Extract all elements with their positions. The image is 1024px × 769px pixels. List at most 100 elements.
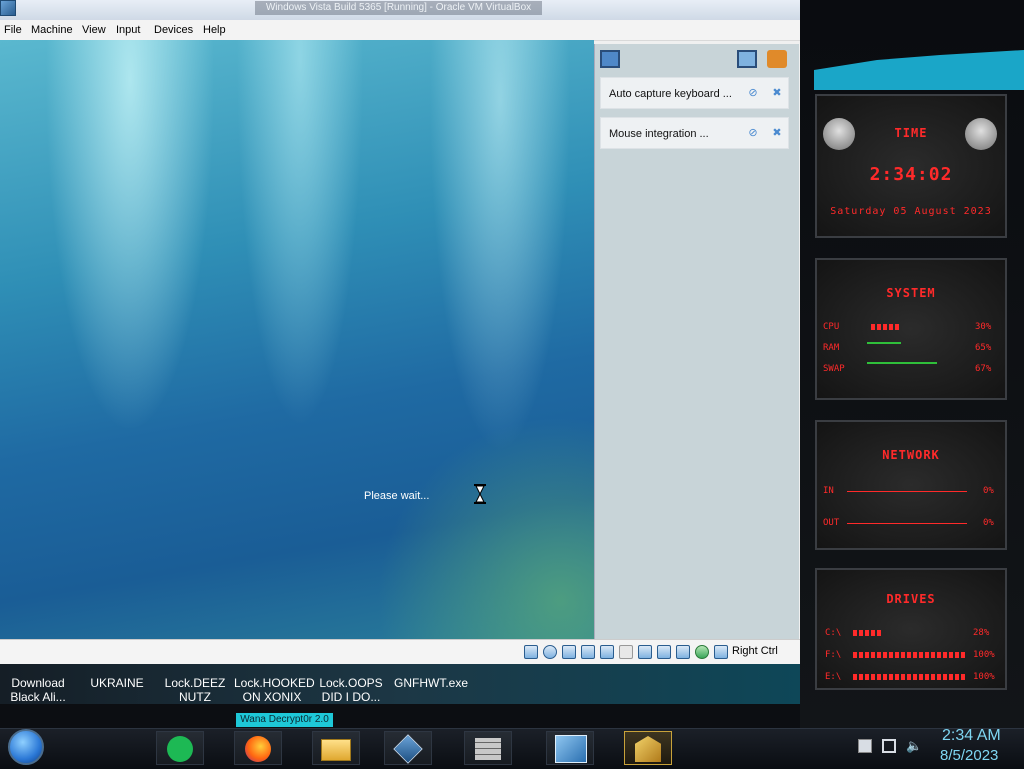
menu-machine[interactable]: Machine	[31, 24, 73, 36]
action-center-icon[interactable]	[858, 739, 872, 753]
desktop-icon-label: ON XONIX	[242, 690, 302, 704]
swap-label: SWAP	[823, 364, 845, 374]
desktop-icon-label: Lock.HOOKED	[234, 676, 315, 690]
desktop-icon-lock-deez[interactable]: Lock.DEEZ NUTZ	[164, 676, 226, 704]
optical-drive-icon[interactable]	[543, 645, 557, 659]
virtualbox-icon	[393, 734, 423, 764]
notification-panel: Auto capture keyboard ... ⊘ ✖ Mouse inte…	[594, 44, 799, 639]
hard-disk-icon[interactable]	[524, 645, 538, 659]
drive-f-meter	[853, 652, 965, 658]
network-out-graph	[847, 523, 967, 524]
panel-layout-icon[interactable]	[737, 50, 757, 68]
drive-e-value: 100%	[973, 672, 995, 682]
taskbar-app-file-explorer[interactable]	[312, 731, 360, 765]
title-bar[interactable]: Windows Vista Build 5365 [Running] - Ora…	[0, 0, 800, 20]
desktop-icon-ukraine[interactable]: UKRAINE	[86, 676, 148, 690]
notification-mouse-integration[interactable]: Mouse integration ... ⊘ ✖	[600, 117, 789, 149]
usb-icon[interactable]	[600, 645, 614, 659]
drive-f-value: 100%	[973, 650, 995, 660]
notification-text: Mouse integration ...	[609, 128, 709, 140]
network-widget: NETWORK IN 0% OUT 0%	[815, 420, 1007, 550]
drive-c-meter	[853, 630, 881, 636]
close-notification-icon[interactable]: ✖	[771, 127, 783, 139]
network-icon[interactable]	[581, 645, 595, 659]
network-out-label: OUT	[823, 518, 840, 528]
network-tray-icon[interactable]	[882, 739, 896, 753]
menu-input[interactable]: Input	[116, 24, 140, 36]
start-button[interactable]	[8, 729, 44, 765]
virtualization-icon[interactable]	[695, 645, 709, 659]
recording-icon[interactable]	[657, 645, 671, 659]
taskbar-app-firewall[interactable]	[464, 731, 512, 765]
mute-notification-icon[interactable]: ⊘	[747, 87, 759, 99]
desktop-icon-lock-oops[interactable]: Lock.OOPS DID I DO...	[318, 676, 384, 704]
drive-e-meter	[853, 674, 965, 680]
time-title: TIME	[894, 126, 928, 140]
folder-icon	[321, 739, 351, 761]
desktop-icon-label: GNFHWT.exe	[394, 676, 469, 690]
network-in-label: IN	[823, 486, 834, 496]
time-widget: TIME 2:34:02 Saturday 05 August 2023	[815, 94, 1007, 238]
drives-widget: DRIVES C:\ 28% F:\ 100% E:\ 100%	[815, 568, 1007, 690]
virtualbox-app-icon[interactable]	[0, 0, 16, 16]
cpu-label: CPU	[823, 322, 840, 332]
firewall-icon	[475, 738, 501, 760]
network-in-value: 0%	[983, 486, 994, 496]
taskbar-clock-time[interactable]: 2:34 AM	[942, 727, 1001, 745]
hourglass-cursor-icon	[474, 484, 486, 504]
desktop-icon-download[interactable]: Download Black Ali...	[8, 676, 68, 704]
swap-value: 67%	[975, 364, 992, 374]
vista-icon	[555, 735, 587, 763]
drive-c-label: C:\	[825, 628, 842, 638]
time-clock: 2:34:02	[869, 164, 953, 185]
taskbar-app-wana-decryptor[interactable]	[624, 731, 672, 765]
audio-icon[interactable]	[562, 645, 576, 659]
taskbar-app-firefox[interactable]	[234, 731, 282, 765]
time-date: Saturday 05 August 2023	[830, 206, 992, 217]
desktop-icon-label: UKRAINE	[90, 676, 144, 690]
ram-value: 65%	[975, 343, 992, 353]
wana-decryptor-icon	[635, 736, 661, 762]
drives-title: DRIVES	[886, 592, 936, 606]
mouse-capture-icon[interactable]	[714, 645, 728, 659]
network-title: NETWORK	[882, 448, 940, 462]
guest-display[interactable]: Please wait...	[0, 40, 594, 639]
cpu-icon[interactable]	[676, 645, 690, 659]
menu-file[interactable]: File	[4, 24, 22, 36]
desktop-icon-lock-hooked[interactable]: Lock.HOOKED ON XONIX	[234, 676, 315, 704]
desktop-icon-label: Lock.OOPS	[319, 676, 383, 690]
network-out-value: 0%	[983, 518, 994, 528]
window-title: Windows Vista Build 5365 [Running] - Ora…	[255, 1, 542, 15]
notification-keyboard-capture[interactable]: Auto capture keyboard ... ⊘ ✖	[600, 77, 789, 109]
volume-icon[interactable]: 🔈	[906, 739, 922, 753]
desktop-icon-label: Black Ali...	[10, 690, 66, 704]
close-notification-icon[interactable]: ✖	[771, 87, 783, 99]
loading-status-text: Please wait...	[364, 490, 430, 502]
close-all-icon[interactable]	[767, 50, 787, 68]
taskbar-app-virtualbox[interactable]	[384, 731, 432, 765]
taskbar-clock-date[interactable]: 8/5/2023	[940, 747, 998, 764]
ram-label: RAM	[823, 343, 840, 353]
desktop-icon-label: NUTZ	[179, 690, 211, 704]
drive-e-label: E:\	[825, 672, 842, 682]
display-icon[interactable]	[638, 645, 652, 659]
desktop-icon-label: Download	[11, 676, 65, 690]
menu-help[interactable]: Help	[203, 24, 226, 36]
drive-f-label: F:\	[825, 650, 842, 660]
ram-meter	[867, 342, 901, 344]
swap-meter	[867, 362, 937, 364]
taskbar-app-spotify[interactable]	[156, 731, 204, 765]
network-in-graph	[847, 491, 967, 492]
notification-text: Auto capture keyboard ...	[609, 88, 732, 100]
menu-view[interactable]: View	[82, 24, 106, 36]
shared-folders-icon[interactable]	[619, 645, 633, 659]
mute-notification-icon[interactable]: ⊘	[747, 127, 759, 139]
menu-devices[interactable]: Devices	[154, 24, 193, 36]
info-icon[interactable]	[600, 50, 620, 68]
vm-status-bar: Right Ctrl	[0, 639, 800, 665]
tooltip: Wana Decrypt0r 2.0	[236, 713, 333, 727]
taskbar-app-vista-vm[interactable]	[546, 731, 594, 765]
desktop-icon-gnfhwt[interactable]: GNFHWT.exe	[394, 676, 469, 690]
system-title: SYSTEM	[886, 286, 936, 300]
host-key-label: Right Ctrl	[732, 645, 778, 657]
